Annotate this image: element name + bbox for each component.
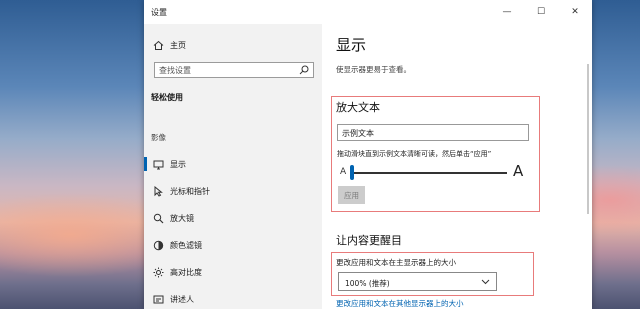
search-input[interactable] (159, 64, 297, 76)
search-field[interactable] (154, 62, 314, 78)
color-filter-icon (152, 239, 164, 251)
contrast-icon (152, 266, 164, 278)
narrator-icon (152, 293, 164, 305)
scale-dropdown[interactable]: 100% (推荐) (338, 272, 497, 291)
page-description: 使显示器更易于查看。 (336, 65, 411, 74)
chevron-down-icon (481, 279, 490, 285)
sidebar-item-label: 高对比度 (170, 268, 202, 277)
window-controls: — ☐ ✕ (490, 0, 592, 24)
slider-hint: 拖动滑块直到示例文本清晰可读，然后单击“应用” (337, 150, 492, 158)
slider-max-label: A (513, 162, 524, 180)
sidebar-item-label: 主页 (170, 41, 186, 50)
settings-window: 设置 — ☐ ✕ 主页 轻松使用 影像 显示 (144, 0, 592, 309)
active-indicator (144, 157, 147, 171)
sidebar-item-label: 颜色滤镜 (170, 241, 202, 250)
monitor-icon (152, 158, 164, 170)
sidebar-item-home[interactable]: 主页 (144, 35, 322, 55)
section-title: 轻松使用 (151, 93, 183, 102)
sidebar: 主页 轻松使用 影像 显示 光标和指针 (144, 24, 322, 309)
close-button[interactable]: ✕ (558, 0, 592, 24)
search-icon[interactable] (299, 65, 309, 75)
sidebar-item-label: 讲述人 (170, 295, 194, 304)
sidebar-item-high-contrast[interactable]: 高对比度 (144, 262, 322, 282)
home-icon (152, 39, 164, 51)
enlarge-text-heading: 放大文本 (336, 101, 380, 114)
text-size-slider-track[interactable] (352, 172, 507, 174)
title-bar[interactable]: 设置 — ☐ ✕ (144, 0, 592, 24)
maximize-button[interactable]: ☐ (524, 0, 558, 24)
make-bigger-heading: 让内容更醒目 (336, 234, 402, 247)
sidebar-item-magnifier[interactable]: 放大镜 (144, 208, 322, 228)
scale-label: 更改应用和文本在主显示器上的大小 (336, 258, 456, 267)
apply-button[interactable]: 应用 (338, 186, 365, 204)
group-label: 影像 (151, 133, 166, 142)
sidebar-item-label: 显示 (170, 160, 186, 169)
sidebar-item-display[interactable]: 显示 (144, 154, 322, 174)
magnifier-icon (152, 212, 164, 224)
window-title: 设置 (151, 8, 167, 17)
page-title: 显示 (336, 36, 367, 54)
slider-min-label: A (340, 167, 347, 177)
text-size-slider-thumb[interactable] (350, 165, 354, 180)
vertical-scrollbar[interactable] (587, 64, 589, 214)
main-content: 显示 使显示器更易于查看。 放大文本 示例文本 拖动滑块直到示例文本清晰可读，然… (322, 24, 592, 309)
sidebar-item-label: 光标和指针 (170, 187, 210, 196)
sidebar-item-pointer[interactable]: 光标和指针 (144, 181, 322, 201)
minimize-button[interactable]: — (490, 0, 524, 24)
sidebar-item-narrator[interactable]: 讲述人 (144, 289, 322, 309)
sidebar-item-color-filters[interactable]: 颜色滤镜 (144, 235, 322, 255)
pointer-icon (152, 185, 164, 197)
scale-dropdown-value: 100% (推荐) (345, 279, 390, 288)
other-displays-link[interactable]: 更改应用和文本在其他显示器上的大小 (336, 298, 464, 309)
sidebar-item-label: 放大镜 (170, 214, 194, 223)
sample-text-preview: 示例文本 (337, 124, 529, 141)
